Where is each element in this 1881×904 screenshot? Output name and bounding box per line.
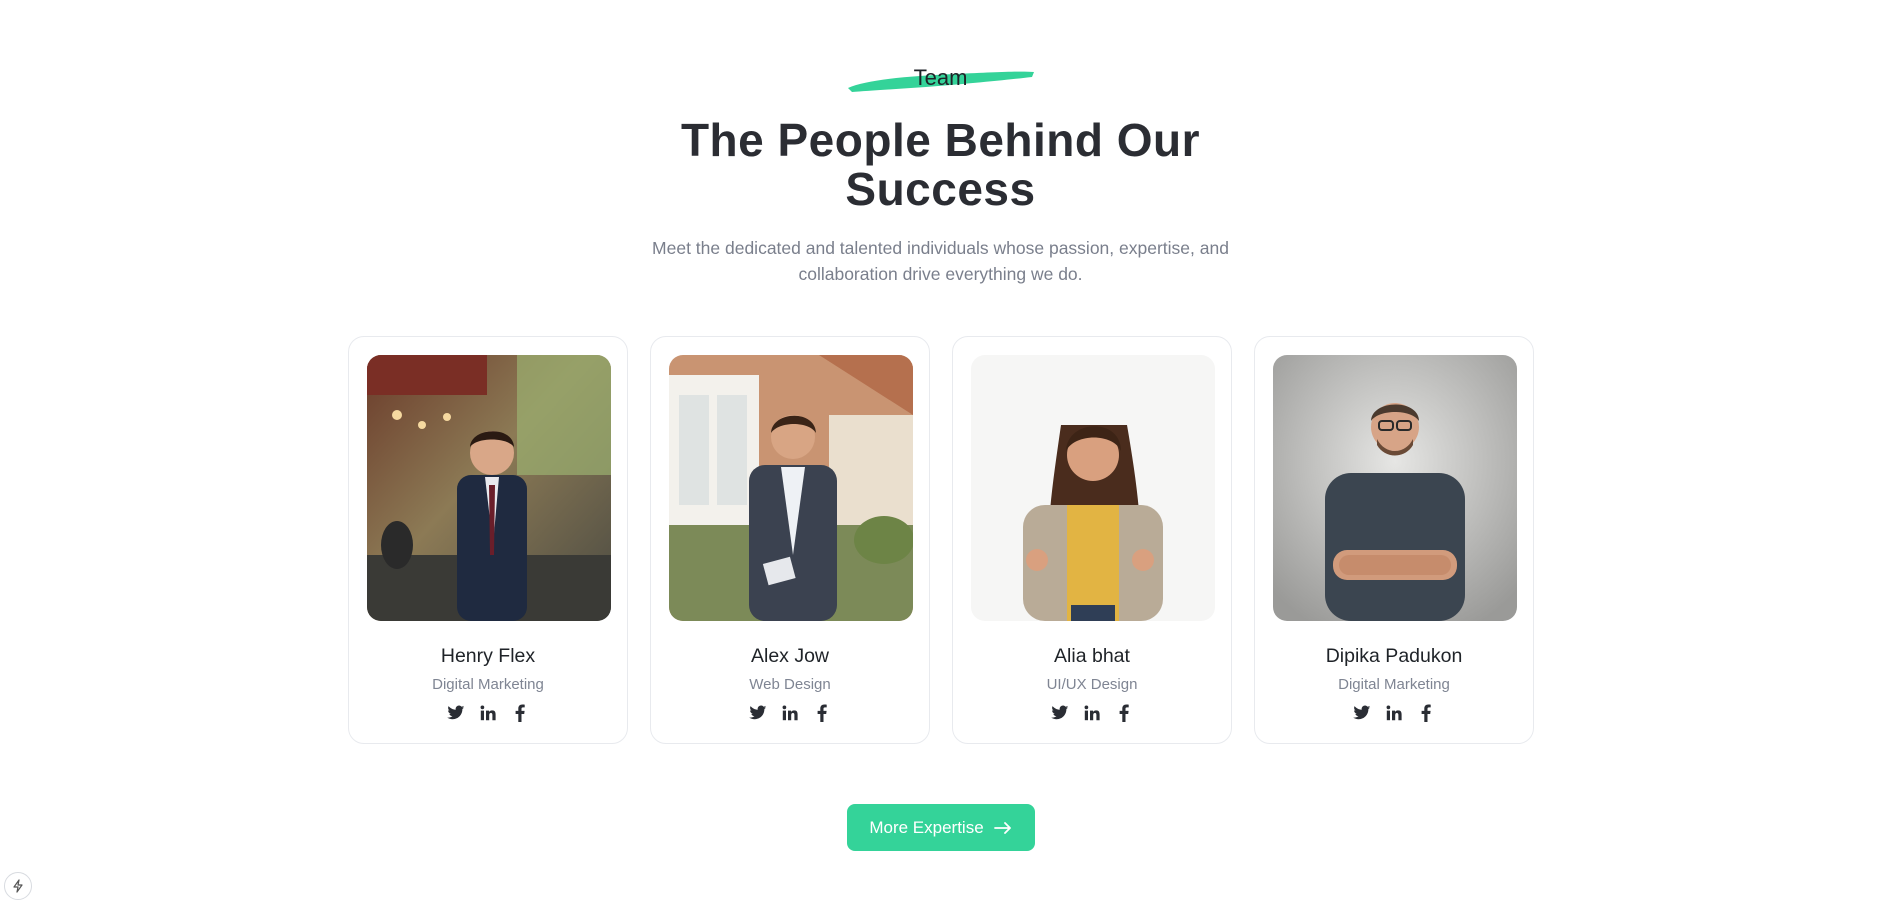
twitter-icon[interactable] [1050, 703, 1070, 723]
member-name: Dipika Padukon [1325, 645, 1463, 667]
member-role: Digital Marketing [432, 676, 544, 693]
more-expertise-label: More Expertise [869, 817, 984, 837]
team-section: Team The People Behind Our Success Meet … [0, 0, 1881, 904]
member-role: Web Design [749, 676, 831, 693]
social-links [1273, 703, 1515, 723]
linkedin-icon[interactable] [1384, 703, 1404, 723]
section-description: Meet the dedicated and talented individu… [0, 235, 1881, 287]
linkedin-icon[interactable] [478, 703, 498, 723]
team-member-photo [1273, 355, 1517, 621]
member-role: Digital Marketing [1338, 676, 1450, 693]
social-links [971, 703, 1213, 723]
team-member-photo [367, 355, 611, 621]
linkedin-icon[interactable] [1082, 703, 1102, 723]
eyebrow-label: Team [913, 65, 968, 90]
team-card: Dipika Padukon Digital Marketing [1254, 336, 1534, 744]
linkedin-icon[interactable] [780, 703, 800, 723]
title-line-1: The People Behind Our [680, 114, 1201, 166]
member-role: UI/UX Design [1046, 676, 1138, 693]
team-member-photo [971, 355, 1215, 621]
social-links [669, 703, 911, 723]
description-line-1: Meet the dedicated and talented individu… [652, 238, 1229, 258]
team-member-photo [669, 355, 913, 621]
section-eyebrow: Team [846, 60, 1036, 100]
twitter-icon[interactable] [748, 703, 768, 723]
page-title: The People Behind Our Success [0, 116, 1881, 214]
cta-wrapper: More Expertise [0, 804, 1881, 851]
arrow-right-icon [993, 821, 1011, 834]
description-line-2: collaboration drive everything we do. [798, 264, 1083, 284]
bolt-badge[interactable] [4, 872, 32, 900]
facebook-icon[interactable] [1114, 703, 1134, 723]
team-card: Henry Flex Digital Marketing [348, 336, 628, 744]
twitter-icon[interactable] [446, 703, 466, 723]
member-name: Alia bhat [1054, 645, 1130, 667]
facebook-icon[interactable] [812, 703, 832, 723]
team-card: Alex Jow Web Design [650, 336, 930, 744]
facebook-icon[interactable] [510, 703, 530, 723]
social-links [367, 703, 609, 723]
member-name: Henry Flex [440, 645, 536, 667]
facebook-icon[interactable] [1416, 703, 1436, 723]
team-cards: Henry Flex Digital Marketing Alex Jow We… [348, 336, 1534, 744]
team-card: Alia bhat UI/UX Design [952, 336, 1232, 744]
more-expertise-button[interactable]: More Expertise [846, 804, 1035, 851]
eyebrow-wrapper: Team [0, 60, 1881, 100]
twitter-icon[interactable] [1352, 703, 1372, 723]
member-name: Alex Jow [750, 645, 830, 667]
bolt-icon [13, 879, 23, 893]
title-line-2: Success [845, 163, 1036, 215]
